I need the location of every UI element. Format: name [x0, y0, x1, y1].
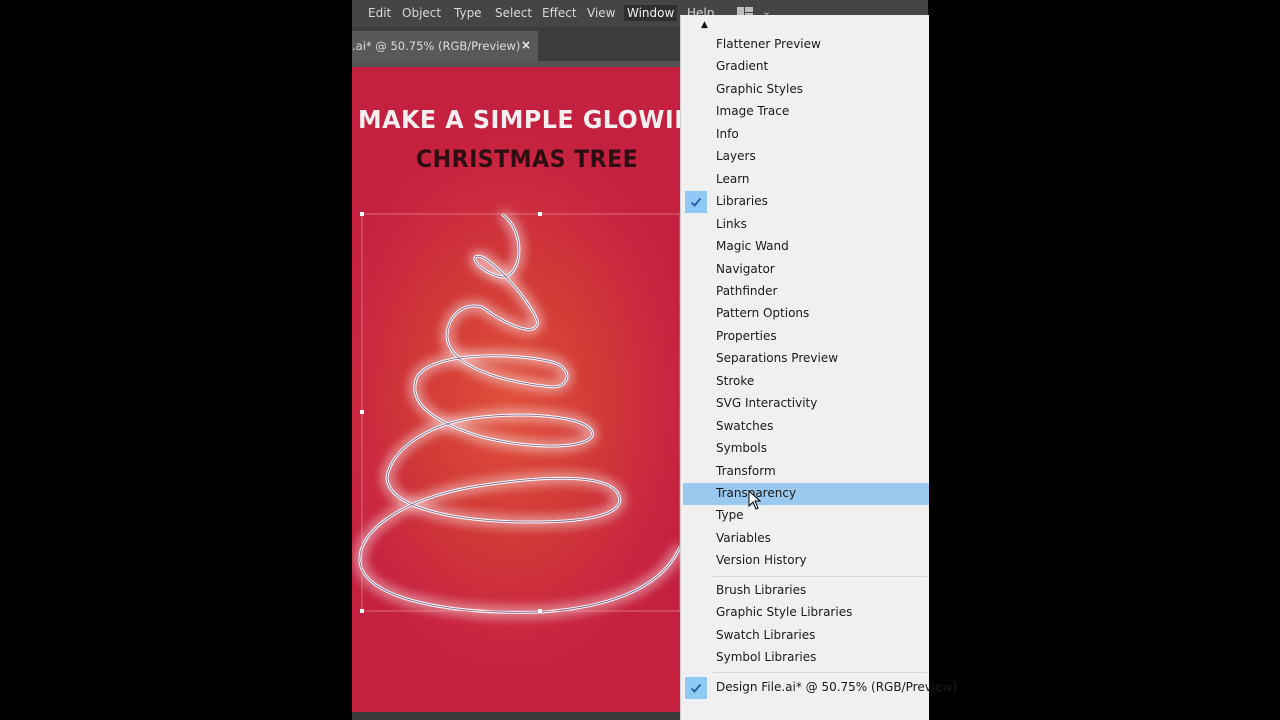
menu-window[interactable]: Window	[624, 5, 678, 21]
menu-item-label: Transform	[716, 463, 776, 478]
artboard[interactable]: MAKE A SIMPLE GLOWIN CHRISTMAS TREE	[352, 67, 680, 712]
menu-item-properties[interactable]: Properties	[683, 326, 929, 348]
menu-item-layers[interactable]: Layers	[683, 146, 929, 168]
menu-item-label: Layers	[716, 149, 756, 164]
menu-item-magic-wand[interactable]: Magic Wand	[683, 236, 929, 258]
menu-item-swatches[interactable]: Swatches	[683, 416, 929, 438]
menu-item-transparency[interactable]: Transparency	[683, 483, 929, 505]
menu-edit[interactable]: Edit	[365, 5, 394, 21]
check-indicator	[685, 191, 707, 214]
selection-handle[interactable]	[538, 212, 542, 216]
menu-item-version-history[interactable]: Version History	[683, 550, 929, 572]
menu-item-svg-interactivity[interactable]: SVG Interactivity	[683, 393, 929, 415]
menu-object[interactable]: Object	[399, 5, 444, 21]
menu-separator	[713, 576, 927, 577]
menu-item-label: Graphic Style Libraries	[716, 605, 853, 620]
menu-item-graphic-styles[interactable]: Graphic Styles	[683, 79, 929, 101]
menu-type[interactable]: Type	[451, 5, 485, 21]
menu-item-libraries[interactable]: Libraries	[683, 191, 929, 214]
menu-effect[interactable]: Effect	[539, 5, 580, 21]
menu-item-stroke[interactable]: Stroke	[683, 371, 929, 393]
menu-item-label: Pattern Options	[716, 306, 810, 321]
menu-item-label: Variables	[716, 530, 771, 545]
menu-item-type[interactable]: Type	[683, 505, 929, 527]
menu-item-links[interactable]: Links	[683, 214, 929, 236]
menu-item-swatch-libraries[interactable]: Swatch Libraries	[683, 625, 929, 647]
tree-spiral-core	[359, 213, 680, 613]
menu-item-label: Design File.ai* @ 50.75% (RGB/Preview)	[716, 680, 958, 694]
menu-item-navigator[interactable]: Navigator	[683, 259, 929, 281]
menu-item-label: Brush Libraries	[716, 583, 807, 597]
menu-item-label: SVG Interactivity	[716, 396, 818, 411]
selection-handle[interactable]	[360, 609, 364, 613]
menu-item-pattern-options[interactable]: Pattern Options	[683, 303, 929, 325]
selection-handle[interactable]	[360, 212, 364, 216]
menu-item-label: Libraries	[716, 194, 768, 209]
tree-spiral-glow	[358, 212, 680, 614]
scroll-up-arrow-icon[interactable]: ▲	[701, 20, 708, 30]
menu-item-label: Flattener Preview	[716, 37, 821, 51]
menu-item-info[interactable]: Info	[683, 124, 929, 146]
menu-select[interactable]: Select	[492, 5, 535, 21]
menu-item-label: Symbol Libraries	[716, 650, 817, 665]
menu-item-label: Links	[716, 216, 747, 231]
glowing-spiral-tree[interactable]	[352, 67, 680, 712]
menu-item-gradient[interactable]: Gradient	[683, 56, 929, 78]
menu-separator	[713, 672, 927, 673]
menu-item-separations-preview[interactable]: Separations Preview	[683, 348, 929, 370]
selection-handle[interactable]	[538, 609, 542, 613]
menu-item-symbols[interactable]: Symbols	[683, 438, 929, 460]
menu-item-brush-libraries[interactable]: Brush Libraries	[683, 580, 929, 602]
menu-item-label: Separations Preview	[716, 351, 839, 366]
selection-bounding-box	[361, 213, 680, 612]
menu-view[interactable]: View	[584, 5, 618, 21]
menu-item-label: Learn	[716, 171, 750, 186]
menu-item-open-document[interactable]: Design File.ai* @ 50.75% (RGB/Preview)	[683, 677, 957, 699]
menu-item-label: Properties	[716, 328, 777, 343]
menu-item-flattener-preview[interactable]: Flattener Preview	[683, 34, 929, 56]
menu-item-variables[interactable]: Variables	[683, 528, 929, 550]
menu-item-label: Image Trace	[716, 104, 790, 119]
check-indicator	[685, 677, 707, 699]
close-icon[interactable]: ×	[521, 38, 531, 52]
checkmark-icon	[690, 198, 702, 207]
menu-item-label: Swatches	[716, 418, 774, 433]
menu-item-label: Stroke	[716, 373, 755, 388]
checkmark-icon	[690, 683, 702, 693]
menu-item-label: Type	[716, 508, 744, 523]
mouse-cursor-icon	[748, 490, 762, 510]
menu-item-label: Navigator	[716, 261, 775, 276]
document-tab-title: .ai* @ 50.75% (RGB/Preview)	[352, 39, 521, 53]
document-tab[interactable]: .ai* @ 50.75% (RGB/Preview) ×	[352, 31, 538, 61]
menu-item-symbol-libraries[interactable]: Symbol Libraries	[683, 647, 929, 669]
window-menu-dropdown: ▲ Flattener Preview Gradient Graphic Style…	[680, 15, 957, 720]
menu-item-label: Info	[716, 126, 739, 141]
menu-item-label: Gradient	[716, 59, 769, 74]
menu-item-label: Graphic Styles	[716, 81, 803, 96]
menu-item-image-trace[interactable]: Image Trace	[683, 101, 929, 123]
menu-item-label: Version History	[716, 553, 807, 568]
menu-item-pathfinder[interactable]: Pathfinder	[683, 281, 929, 303]
menu-item-label: Symbols	[716, 441, 767, 456]
menu-item-transform[interactable]: Transform	[683, 461, 929, 483]
menu-item-learn[interactable]: Learn	[683, 169, 929, 191]
selection-handle[interactable]	[360, 410, 364, 414]
menu-item-label: Swatch Libraries	[716, 627, 816, 642]
menu-item-label: Magic Wand	[716, 239, 789, 254]
menu-item-label: Pathfinder	[716, 283, 778, 298]
menu-item-graphic-style-libraries[interactable]: Graphic Style Libraries	[683, 602, 929, 624]
